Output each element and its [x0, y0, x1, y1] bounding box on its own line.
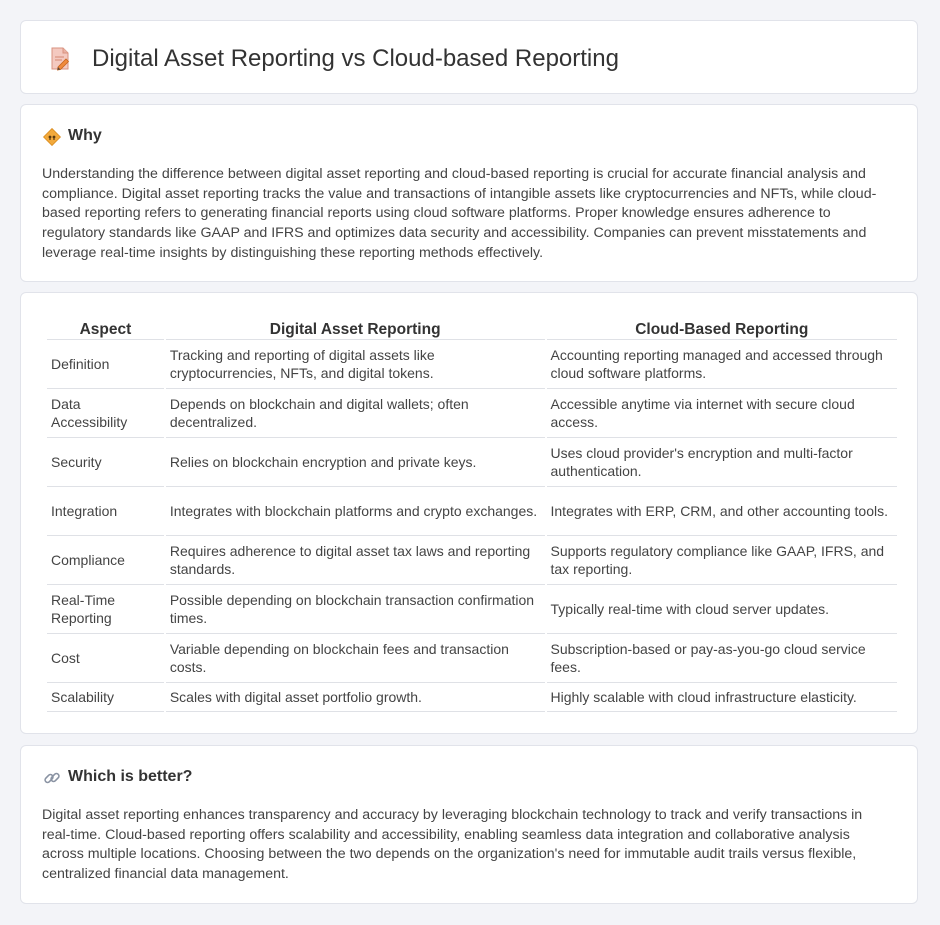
digital-asset-cell: Scales with digital asset portfolio grow… — [165, 683, 545, 712]
table-row: Scalability Scales with digital asset po… — [47, 683, 897, 712]
comparison-section: Aspect Digital Asset Reporting Cloud-Bas… — [20, 292, 918, 734]
table-row: Security Relies on blockchain encryption… — [47, 438, 897, 487]
cloud-based-cell: Highly scalable with cloud infrastructur… — [546, 683, 897, 712]
table-row: Compliance Requires adherence to digital… — [47, 536, 897, 585]
digital-asset-cell: Tracking and reporting of digital assets… — [165, 340, 545, 389]
why-section: Why Understanding the difference between… — [20, 104, 918, 282]
digital-asset-cell: Possible depending on blockchain transac… — [165, 585, 545, 634]
table-row: Definition Tracking and reporting of dig… — [47, 340, 897, 389]
table-row: Integration Integrates with blockchain p… — [47, 487, 897, 536]
header-cloud-based: Cloud-Based Reporting — [546, 317, 897, 340]
cloud-based-cell: Supports regulatory compliance like GAAP… — [546, 536, 897, 585]
cloud-based-cell: Typically real-time with cloud server up… — [546, 585, 897, 634]
table-row: Data Accessibility Depends on blockchain… — [47, 389, 897, 438]
digital-asset-cell: Requires adherence to digital asset tax … — [165, 536, 545, 585]
diamond-sign-icon — [43, 128, 61, 146]
comparison-table: Aspect Digital Asset Reporting Cloud-Bas… — [45, 317, 899, 712]
digital-asset-cell: Relies on blockchain encryption and priv… — [165, 438, 545, 487]
cloud-based-cell: Integrates with ERP, CRM, and other acco… — [546, 487, 897, 536]
header-digital-asset: Digital Asset Reporting — [165, 317, 545, 340]
cloud-based-cell: Uses cloud provider's encryption and mul… — [546, 438, 897, 487]
table-row: Cost Variable depending on blockchain fe… — [47, 634, 897, 683]
why-text: Understanding the difference between dig… — [42, 166, 877, 261]
digital-asset-cell: Variable depending on blockchain fees an… — [165, 634, 545, 683]
better-text: Digital asset reporting enhances transpa… — [42, 807, 863, 883]
aspect-cell: Cost — [47, 634, 164, 683]
header-aspect: Aspect — [47, 317, 164, 340]
aspect-cell: Data Accessibility — [47, 389, 164, 438]
which-is-better-section: Which is better? Digital asset reporting… — [20, 745, 918, 904]
aspect-cell: Definition — [47, 340, 164, 389]
aspect-cell: Real-Time Reporting — [47, 585, 164, 634]
page-title: Digital Asset Reporting vs Cloud-based R… — [92, 45, 619, 72]
digital-asset-cell: Depends on blockchain and digital wallet… — [165, 389, 545, 438]
aspect-cell: Compliance — [47, 536, 164, 585]
digital-asset-cell: Integrates with blockchain platforms and… — [165, 487, 545, 536]
header-card: Digital Asset Reporting vs Cloud-based R… — [20, 20, 918, 94]
cloud-based-cell: Accessible anytime via internet with sec… — [546, 389, 897, 438]
aspect-cell: Security — [47, 438, 164, 487]
aspect-cell: Scalability — [47, 683, 164, 712]
document-pencil-icon — [51, 47, 70, 71]
cloud-based-cell: Subscription-based or pay-as-you-go clou… — [546, 634, 897, 683]
aspect-cell: Integration — [47, 487, 164, 536]
why-title: Why — [68, 127, 102, 144]
table-row: Real-Time Reporting Possible depending o… — [47, 585, 897, 634]
table-header-row: Aspect Digital Asset Reporting Cloud-Bas… — [47, 317, 897, 340]
cloud-based-cell: Accounting reporting managed and accesse… — [546, 340, 897, 389]
better-title: Which is better? — [68, 768, 193, 785]
link-icon — [44, 772, 60, 784]
